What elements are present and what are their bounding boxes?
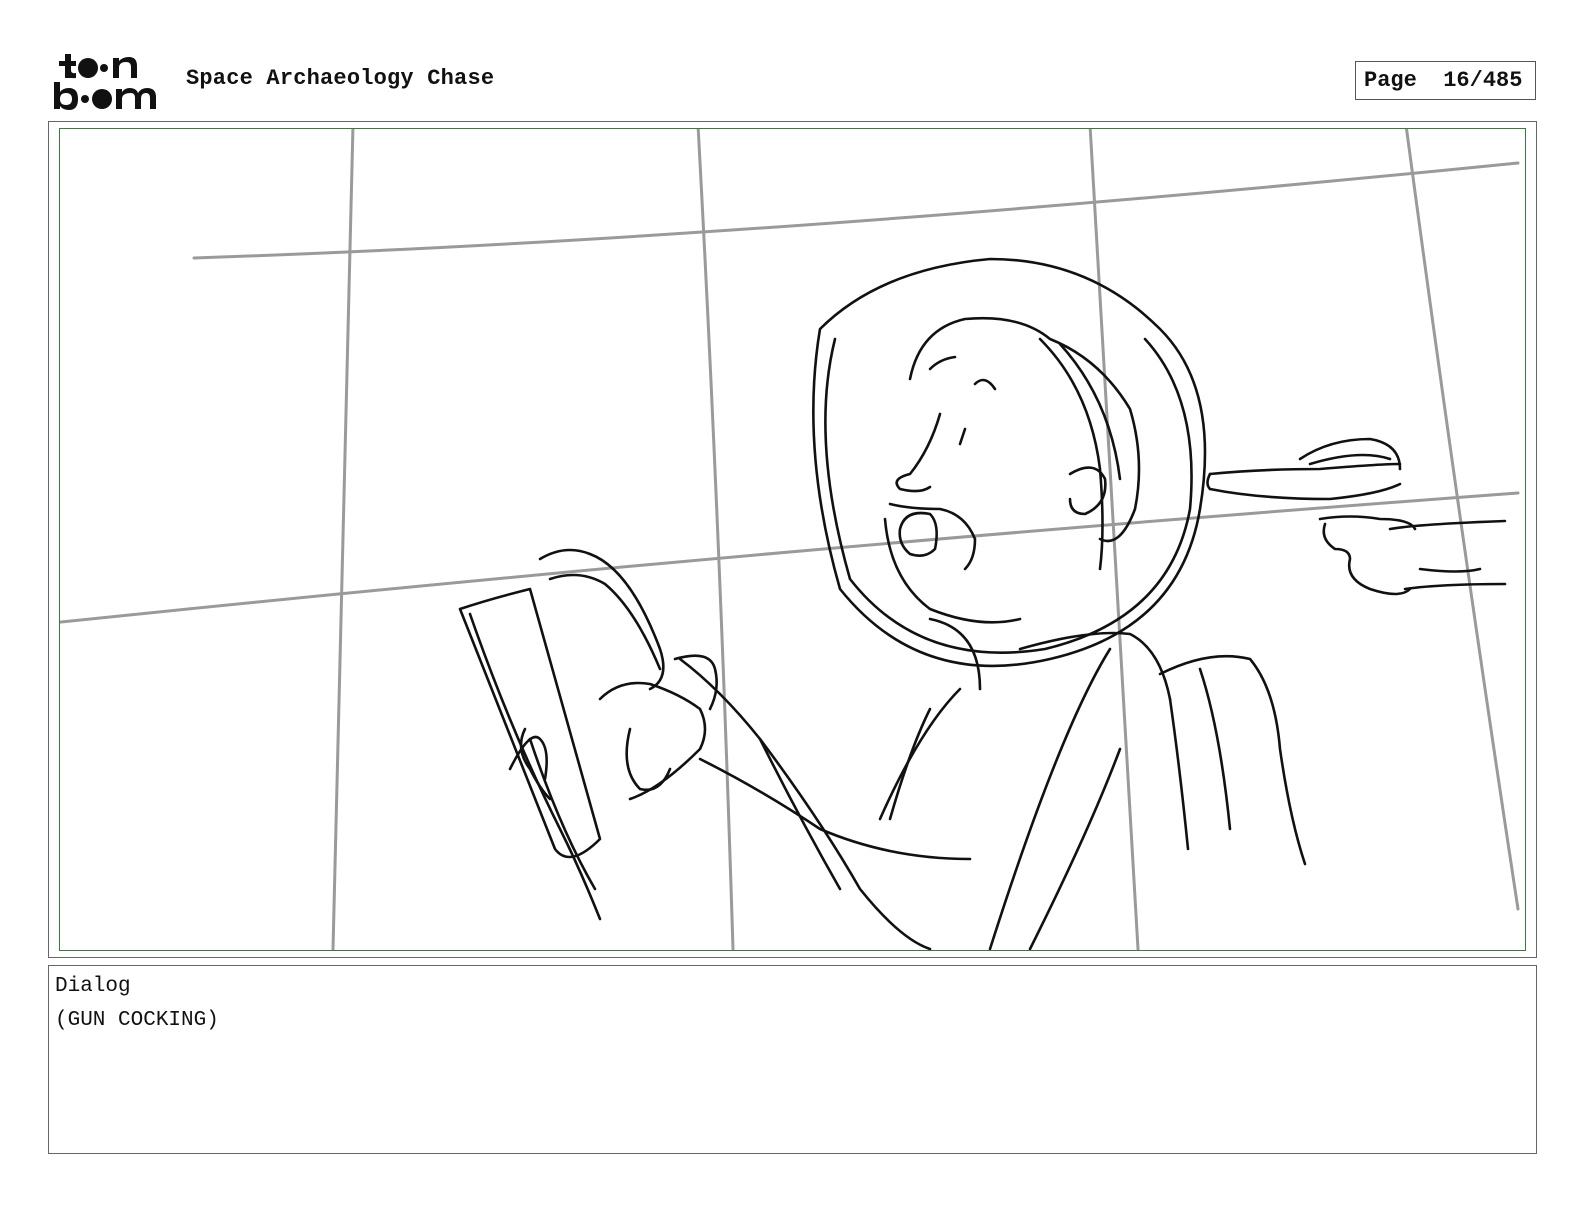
page-label: Page [1364, 68, 1417, 93]
project-title: Space Archaeology Chase [186, 66, 495, 91]
page-counter: Page 16/485 [1355, 61, 1536, 100]
toon-boom-logo [52, 52, 164, 112]
astronaut-sketch [458, 257, 1507, 950]
dialog-text[interactable]: (GUN COCKING) [55, 1008, 1530, 1034]
perspective-grid [60, 129, 1520, 950]
dialog-box[interactable]: Dialog (GUN COCKING) [48, 965, 1537, 1154]
dialog-label: Dialog [55, 975, 131, 998]
page-number: 16/485 [1443, 68, 1523, 93]
storyboard-panel[interactable] [59, 128, 1526, 951]
storyboard-sketch [60, 129, 1520, 950]
